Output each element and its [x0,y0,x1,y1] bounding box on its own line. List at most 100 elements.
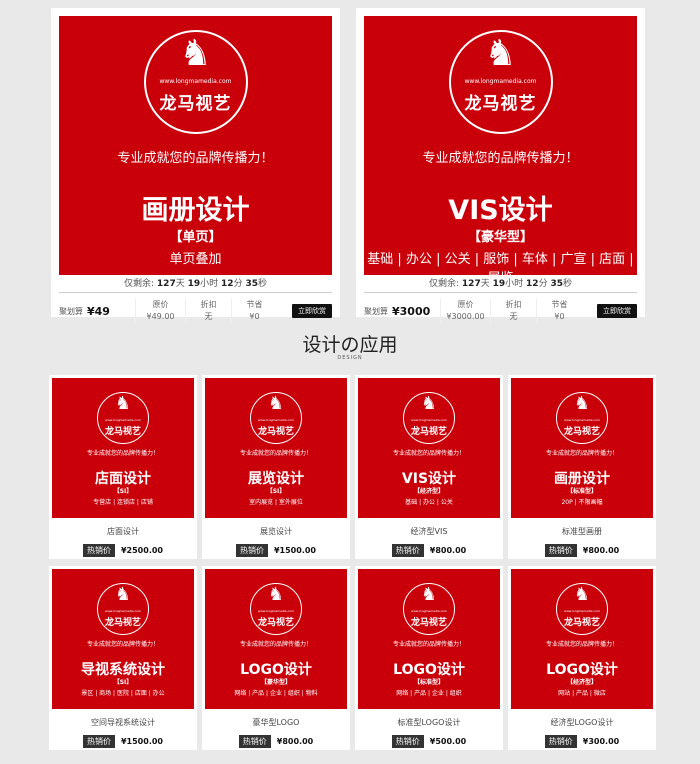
price-line: 热销价 ¥1500.00 [205,544,347,557]
product-card-vis-economy[interactable]: ♞ www.longmamedia.com 龙马视艺 专业成就您的品牌传播力！ … [355,375,503,559]
section-title: 设计の应用 [302,334,398,356]
slogan: 专业成就您的品牌传播力！ [86,641,159,648]
product-subtitle: 【标准型】 [413,679,444,686]
product-desc: 基础 | 办公 | 公关 [405,499,453,506]
hot-price-tag: 热销价 [82,735,115,748]
product-card-logo-standard[interactable]: ♞ www.longmamedia.com 龙马视艺 专业成就您的品牌传播力！ … [355,566,503,750]
logo-url: www.longmamedia.com [564,609,600,613]
product-title: LOGO设计 [546,662,618,678]
product-card-exhibition[interactable]: ♞ www.longmamedia.com 龙马视艺 专业成就您的品牌传播力！ … [202,375,350,559]
product-title: 展览设计 [248,471,304,487]
price-value: ¥3000 [392,304,431,318]
product-banner[interactable]: ♞ www.longmamedia.com 龙马视艺 专业成就您的品牌传播力！ … [364,16,637,275]
buy-now-button[interactable]: 立即欣赏 [597,304,637,318]
price-value: ¥1500.00 [120,737,163,746]
product-desc: 单页叠加 [169,252,222,267]
product-desc: 景区 | 商场 | 医院 | 店面 | 办公 [81,690,165,697]
hot-price-tag: 热销价 [391,735,424,748]
price-value: ¥1500.00 [273,546,316,555]
logo-url: www.longmamedia.com [411,418,447,422]
product-banner[interactable]: ♞ www.longmamedia.com 龙马视艺 专业成就您的品牌传播力！ … [358,378,500,518]
product-banner[interactable]: ♞ www.longmamedia.com 龙马视艺 专业成就您的品牌传播力！ … [52,378,194,518]
hot-price-tag: 热销价 [391,544,424,557]
product-subtitle: 【SI】 [266,488,286,495]
product-name[interactable]: 豪华型LOGO [205,717,347,729]
slogan: 专业成就您的品牌传播力！ [239,450,312,457]
product-subtitle: 【标准型】 [566,488,597,495]
product-card-brochure-single[interactable]: ♞ www.longmamedia.com 龙马视艺 专业成就您的品牌传播力！ … [51,8,340,323]
price-value: ¥2500.00 [120,546,163,555]
logo-name: 龙马视艺 [257,427,294,437]
product-card-wayfinding[interactable]: ♞ www.longmamedia.com 龙马视艺 专业成就您的品牌传播力！ … [49,566,197,750]
savings: 节省 ¥0 [536,299,582,323]
product-title: LOGO设计 [240,662,312,678]
section-subtitle: DESIGN [337,355,363,361]
logo-url: www.longmamedia.com [105,609,141,613]
product-card-brochure-standard[interactable]: ♞ www.longmamedia.com 龙马视艺 专业成就您的品牌传播力！ … [508,375,656,559]
product-name[interactable]: 经济型LOGO设计 [511,717,653,729]
price-line: 热销价 ¥800.00 [511,544,653,557]
slogan: 专业成就您的品牌传播力！ [545,641,618,648]
product-banner[interactable]: ♞ www.longmamedia.com 龙马视艺 专业成就您的品牌传播力！ … [205,569,347,709]
product-card-storefront[interactable]: ♞ www.longmamedia.com 龙马视艺 专业成就您的品牌传播力！ … [49,375,197,559]
price-row: 聚划算 ¥49 原价 ¥49.00 折扣无 节省 ¥0 立即欣赏 [59,295,332,327]
product-banner[interactable]: ♞ www.longmamedia.com 龙马视艺 专业成就您的品牌传播力！ … [358,569,500,709]
slogan: 专业成就您的品牌传播力！ [422,151,579,166]
logo-name: 龙马视艺 [563,427,600,437]
product-title: 画册设计 [141,195,250,226]
price-value: ¥300.00 [582,737,620,746]
horse-icon: ♞ [267,584,285,605]
price-label: 聚划算 [59,306,83,316]
product-banner[interactable]: ♞ www.longmamedia.com 龙马视艺 专业成就您的品牌传播力！ … [511,378,653,518]
product-card-logo-economy[interactable]: ♞ www.longmamedia.com 龙马视艺 专业成就您的品牌传播力！ … [508,566,656,750]
product-desc: 网络 | 产品 | 企业 | 组织 | 物料 [234,690,318,697]
price-line: 热销价 ¥1500.00 [52,735,194,748]
product-name[interactable]: 经济型VIS [358,526,500,538]
price-line: 热销价 ¥300.00 [511,735,653,748]
buy-now-button[interactable]: 立即欣赏 [292,304,332,318]
slogan: 专业成就您的品牌传播力！ [392,450,465,457]
product-banner[interactable]: ♞ www.longmamedia.com 龙马视艺 专业成就您的品牌传播力！ … [511,569,653,709]
price-value: ¥800.00 [582,546,620,555]
product-title: LOGO设计 [393,662,465,678]
original-price: 原价 ¥49.00 [135,299,185,323]
product-name[interactable]: 店面设计 [52,526,194,538]
slogan: 专业成就您的品牌传播力！ [239,641,312,648]
logo-url: www.longmamedia.com [464,78,537,85]
product-name[interactable]: 标准型画册 [511,526,653,538]
price-line: 热销价 ¥500.00 [358,735,500,748]
slogan: 专业成就您的品牌传播力！ [86,450,159,457]
product-subtitle: 【豪华型】 [467,230,533,245]
price-line: 热销价 ¥2500.00 [52,544,194,557]
product-name[interactable]: 展览设计 [205,526,347,538]
horse-icon: ♞ [573,393,591,414]
product-banner[interactable]: ♞ www.longmamedia.com 龙马视艺 专业成就您的品牌传播力！ … [52,569,194,709]
product-name[interactable]: 标准型LOGO设计 [358,717,500,729]
logo-name: 龙马视艺 [257,618,294,628]
countdown: 仅剩余: 127天 19小时 12分 35秒 [59,275,332,293]
product-banner[interactable]: ♞ www.longmamedia.com 龙马视艺 专业成就您的品牌传播力！ … [59,16,332,275]
product-subtitle: 【单页】 [169,230,222,245]
horse-icon: ♞ [114,584,132,605]
discount: 折扣无 [185,299,231,323]
hot-price-tag: 热销价 [544,735,577,748]
horse-icon: ♞ [114,393,132,414]
product-desc: 基础 | 办公 | 公关 | 服饰 | 车体 | 广宣 | 店面 | 展览 [367,252,634,275]
product-title: 画册设计 [554,471,610,487]
product-title: 导视系统设计 [81,662,165,678]
hot-price-tag: 热销价 [238,735,271,748]
product-card-vis-luxury[interactable]: ♞ www.longmamedia.com 龙马视艺 专业成就您的品牌传播力！ … [356,8,645,323]
product-name[interactable]: 空间导视系统设计 [52,717,194,729]
product-card-logo-luxury[interactable]: ♞ www.longmamedia.com 龙马视艺 专业成就您的品牌传播力！ … [202,566,350,750]
product-desc: 专营店 | 连锁店 | 店铺 [93,499,153,506]
product-title: VIS设计 [448,195,553,226]
logo-name: 龙马视艺 [104,427,141,437]
product-subtitle: 【经济型】 [413,488,444,495]
discount: 折扣无 [490,299,536,323]
price-value: ¥49 [87,304,110,318]
original-price: 原价 ¥3000.00 [440,299,490,323]
product-banner[interactable]: ♞ www.longmamedia.com 龙马视艺 专业成就您的品牌传播力！ … [205,378,347,518]
product-desc: 20P | 不限画幅 [561,499,603,506]
product-subtitle: 【SI】 [113,679,133,686]
logo-url: www.longmamedia.com [159,78,232,85]
